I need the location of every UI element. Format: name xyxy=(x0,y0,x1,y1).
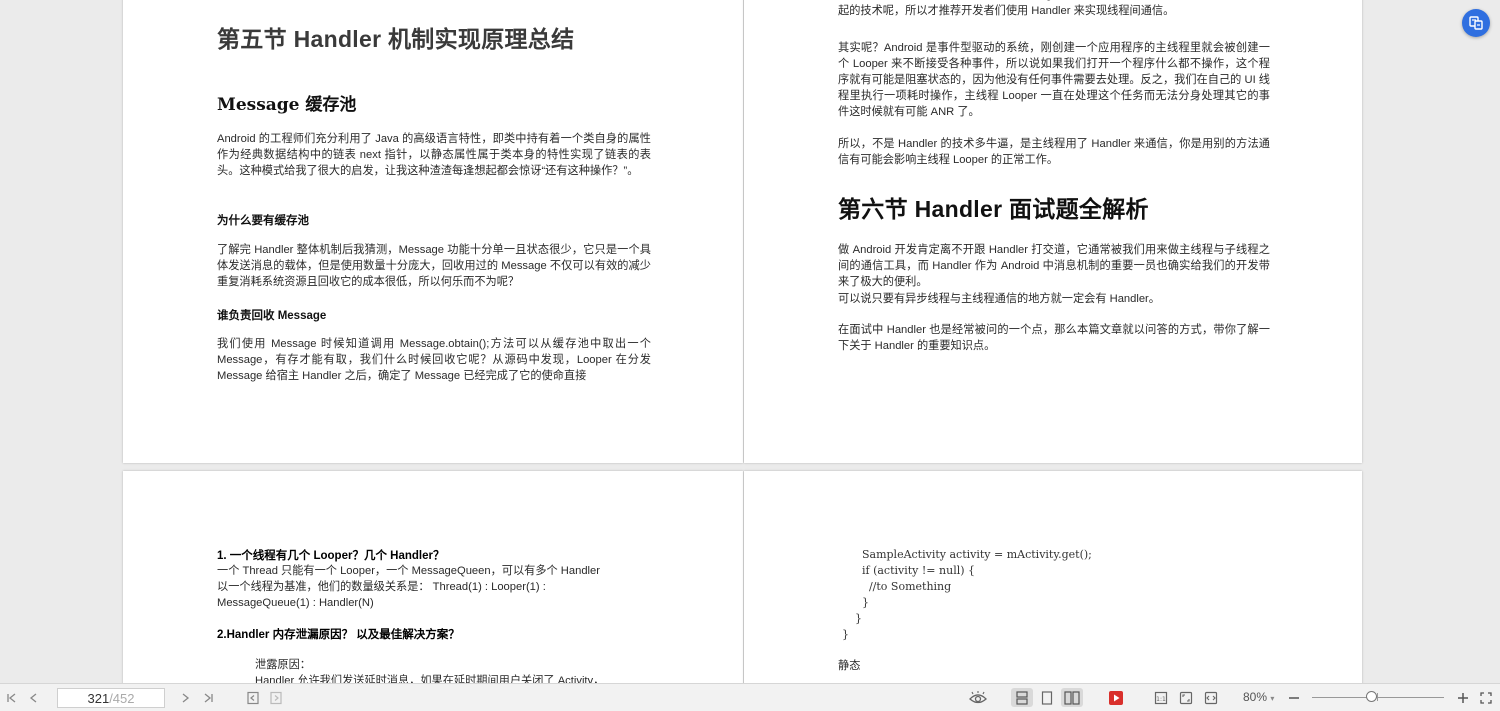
page-322-left: 1. 一个线程有几个 Looper？几个 Handler？ 一个 Thread … xyxy=(123,471,743,683)
skip-last-icon xyxy=(204,692,213,703)
next-page-button[interactable] xyxy=(177,688,193,707)
question-1-title: 1. 一个线程有几个 Looper？几个 Handler？ xyxy=(217,550,445,562)
answer-line: 一个 Thread 只能有一个 Looper，一个 MessageQueen，可… xyxy=(217,565,600,577)
play-icon xyxy=(1109,690,1123,705)
paragraph: 了解完 Handler 整体机制后我猜测，Message 功能十分单一且状态很少… xyxy=(217,244,651,288)
document-viewport[interactable]: 第五节 Handler 机制实现原理总结 Message 缓存池 Android… xyxy=(0,0,1500,683)
paragraph: 做 Android 开发肯定离不开跟 Handler 打交道，它通常被我们用来做… xyxy=(838,244,1270,288)
heading-why-pool: 为什么要有缓存池 xyxy=(217,215,309,227)
zoom-out-button[interactable] xyxy=(1286,688,1302,707)
eye-icon xyxy=(969,690,987,703)
translate-float-button[interactable] xyxy=(1462,9,1490,37)
fit-page-button[interactable] xyxy=(1176,688,1196,707)
page-322-right: SampleActivity activity = mActivity.get(… xyxy=(744,471,1362,683)
single-page-button[interactable] xyxy=(1037,688,1057,707)
code-block: SampleActivity activity = mActivity.get(… xyxy=(842,547,1092,643)
subheading-message-pool: Message 缓存池 xyxy=(217,95,357,115)
forward-history-button[interactable] xyxy=(267,688,285,707)
paragraph: 在面试中 Handler 也是经常被问的一个点，那么本篇文章就以问答的方式，带你… xyxy=(838,324,1270,352)
two-page-button[interactable] xyxy=(1061,688,1083,707)
answer-line: 以一个线程为基准，他们的数量级关系是： Thread(1) : Looper(1… xyxy=(217,581,546,593)
actual-size-button[interactable]: 1:1 xyxy=(1151,688,1171,707)
page-321-left: 第五节 Handler 机制实现原理总结 Message 缓存池 Android… xyxy=(123,0,743,463)
answer-line: MessageQueue(1) : Handler(N) xyxy=(217,597,374,609)
page-back-icon xyxy=(247,691,259,704)
leak-reason-label: 泄露原因： xyxy=(255,659,311,671)
code-line: } xyxy=(848,612,862,625)
page-number-input[interactable]: 321/452 xyxy=(57,688,165,708)
current-page: 321 xyxy=(87,690,110,706)
fit-width-icon xyxy=(1204,691,1218,704)
zoom-slider[interactable] xyxy=(1312,697,1444,698)
first-page-button[interactable] xyxy=(4,688,20,707)
heading-who-recycles: 谁负责回收 Message xyxy=(217,310,327,322)
code-line: SampleActivity activity = mActivity.get(… xyxy=(848,548,1092,561)
actual-size-icon: 1:1 xyxy=(1154,691,1168,704)
continuous-view-button[interactable] xyxy=(1011,688,1033,707)
continuous-pages-icon xyxy=(1016,690,1028,705)
chevron-right-icon xyxy=(182,692,190,703)
code-line: //to Something xyxy=(848,580,952,593)
total-pages: /452 xyxy=(109,690,135,706)
paragraph: Android 的工程师们充分利用了 Java 的高级语言特性，即类中持有着一个… xyxy=(217,133,651,177)
answer-line: Handler 允许我们发送延时消息，如果在延时期间用户关闭了 Activity… xyxy=(255,675,605,683)
page-forward-icon xyxy=(270,691,282,704)
zoom-value: 80% xyxy=(1243,690,1268,704)
paragraph: 其实呢？Android 是事件型驱动的系统，刚创建一个应用程序的主线程里就会被创… xyxy=(838,42,1270,118)
paragraph: 我们使用 Message 时候知道调用 Message.obtain();方法可… xyxy=(217,338,651,382)
zoom-slider-tick xyxy=(1377,693,1378,701)
page-321-right: 在没有真正了解 Handler 的时候以为 Google 的工程师们在 Hand… xyxy=(744,0,1362,463)
single-page-icon xyxy=(1041,690,1053,705)
zoom-in-button[interactable] xyxy=(1455,688,1471,707)
eye-care-button[interactable] xyxy=(967,688,989,707)
zoom-slider-handle[interactable] xyxy=(1365,691,1377,702)
code-line: } xyxy=(842,628,849,641)
fit-width-button[interactable] xyxy=(1201,688,1221,707)
zoom-dropdown[interactable]: 80% ▾ xyxy=(1243,690,1274,704)
paragraph: 所以，不是 Handler 的技术多牛逼，是主线程用了 Handler 来通信，… xyxy=(838,138,1270,166)
section-title-6: 第六节 Handler 面试题全解析 xyxy=(838,196,1149,222)
minus-icon xyxy=(1289,696,1299,699)
question-2-title: 2.Handler 内存泄漏原因？ 以及最佳解决方案？ xyxy=(217,629,460,641)
previous-page-button[interactable] xyxy=(26,688,42,707)
chevron-down-icon: ▾ xyxy=(1270,694,1275,703)
bottom-toolbar: 321/452 1:1 80% ▾ xyxy=(0,683,1500,711)
paragraph: 在没有真正了解 Handler 的时候以为 Google 的工程师们在 Hand… xyxy=(838,0,1270,17)
fit-page-icon xyxy=(1179,691,1193,704)
skip-first-icon xyxy=(7,692,16,703)
last-page-button[interactable] xyxy=(200,688,216,707)
fullscreen-icon xyxy=(1480,691,1492,704)
plus-icon xyxy=(1458,692,1468,703)
two-pages-icon xyxy=(1064,690,1080,705)
code-line: } xyxy=(848,596,869,609)
section-title-5: 第五节 Handler 机制实现原理总结 xyxy=(217,26,575,52)
back-history-button[interactable] xyxy=(244,688,262,707)
code-line: if (activity != null) { xyxy=(848,564,976,577)
translate-icon xyxy=(1469,16,1483,30)
paragraph: 可以说只要有异步线程与主线程通信的地方就一定会有 Handler。 xyxy=(838,293,1160,305)
chevron-left-icon xyxy=(29,692,37,703)
text-static: 静态 xyxy=(838,660,861,672)
fullscreen-button[interactable] xyxy=(1478,688,1494,707)
play-slideshow-button[interactable] xyxy=(1106,688,1126,707)
svg-text:1:1: 1:1 xyxy=(1156,696,1166,703)
